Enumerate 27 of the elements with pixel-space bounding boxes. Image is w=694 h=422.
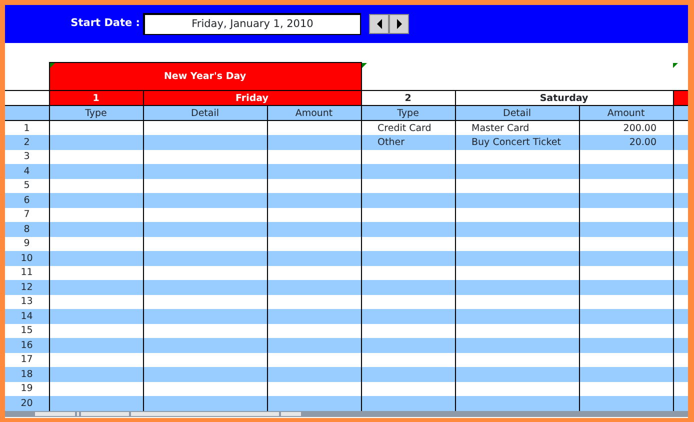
- table-cell: 20.00: [579, 135, 674, 150]
- triangle-icon: [376, 18, 382, 30]
- row-number: 14: [5, 309, 49, 324]
- column-header: Amount: [579, 106, 674, 120]
- triangle-icon: [396, 18, 402, 30]
- row-number: 4: [5, 164, 49, 178]
- column-header: Detail: [143, 106, 267, 120]
- column-header: Type: [49, 106, 143, 120]
- row-number: 18: [5, 367, 49, 382]
- row-number: 12: [5, 280, 49, 294]
- row-number: 6: [5, 193, 49, 208]
- column-header: Detail: [455, 106, 580, 120]
- start-date-label: Start Date :: [70, 16, 141, 32]
- row-number: 2: [5, 135, 49, 150]
- column-header: Type: [361, 106, 456, 120]
- holiday-cell: New Year's Day: [49, 62, 362, 90]
- column-header: Amount: [267, 106, 362, 120]
- day-number-cell: 1: [49, 90, 143, 106]
- table-cell: Buy Concert Ticket: [455, 135, 580, 150]
- row-number: 10: [5, 251, 49, 266]
- row-number: 16: [5, 338, 49, 352]
- next-button[interactable]: [389, 14, 409, 34]
- previous-button[interactable]: [369, 14, 389, 34]
- weekday-cell: Friday: [143, 90, 362, 106]
- row-number: 8: [5, 222, 49, 236]
- table-cell: Other: [361, 135, 456, 150]
- start-date-field[interactable]: Friday, January 1, 2010: [143, 13, 361, 35]
